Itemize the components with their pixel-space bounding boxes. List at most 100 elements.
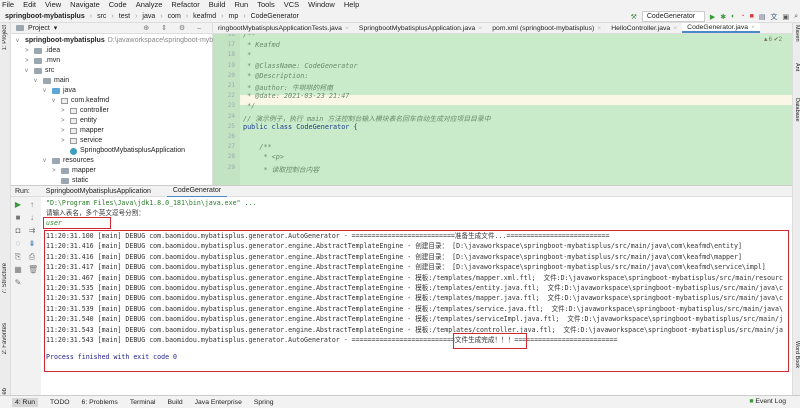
run-icon[interactable]: ▶ <box>710 13 715 21</box>
tree-item[interactable]: > controller <box>11 106 212 116</box>
menu-edit[interactable]: Edit <box>23 0 36 10</box>
tree-item[interactable]: > entity <box>11 116 212 126</box>
expand-arrow-icon[interactable]: v <box>43 86 49 96</box>
editor-tab[interactable]: pom.xml (springboot-mybatisplus) × <box>487 23 606 33</box>
expand-arrow-icon[interactable]: > <box>61 106 67 116</box>
stop-icon[interactable]: ■ <box>750 13 754 20</box>
code-editor[interactable]: ▲6 ✔2 16 /** 17 * Keafmd 18 * 19 * @ClassNam… <box>213 34 792 185</box>
print-icon[interactable]: ⎙ <box>28 253 36 261</box>
coverage-icon[interactable]: ◐ <box>731 13 735 20</box>
menu-code[interactable]: Code <box>109 0 127 10</box>
bottom-tab[interactable]: Build <box>168 399 183 406</box>
expand-arrow-icon[interactable]: v <box>25 66 31 76</box>
up-icon[interactable]: ↑ <box>28 201 36 209</box>
breadcrumb-item[interactable]: keafmd <box>193 10 216 22</box>
stop-icon[interactable]: ■ <box>14 214 22 222</box>
menu-analyze[interactable]: Analyze <box>136 0 163 10</box>
editor-tab[interactable]: CodeGenerator.java × <box>682 23 760 33</box>
project-panel-actions[interactable]: ⊕ ⇕ ⚙ – <box>143 24 206 32</box>
tree-item[interactable]: > service <box>11 136 212 146</box>
project-view-select[interactable]: Project <box>28 25 50 32</box>
breadcrumb-item[interactable]: com <box>168 10 181 22</box>
menu-file[interactable]: File <box>2 0 14 10</box>
left-stripe-1[interactable]: 7: Structure <box>2 263 8 294</box>
tree-item[interactable]: v com.keafmd <box>11 96 212 106</box>
expand-arrow-icon[interactable]: v <box>43 156 49 166</box>
tree-root[interactable]: v springboot-mybatisplus D:\javaworkspac… <box>11 36 217 46</box>
down-icon[interactable]: ↓ <box>28 214 36 222</box>
breadcrumb-item[interactable]: test <box>119 10 130 22</box>
tree-item[interactable]: > .idea <box>11 46 212 56</box>
tree-item[interactable]: > mapper <box>11 166 212 176</box>
bottom-tab[interactable]: Java Enterprise <box>195 399 242 406</box>
tree-item[interactable]: v main <box>11 76 212 86</box>
run-tab[interactable]: CodeGenerator <box>166 185 228 198</box>
scroll-end-icon[interactable]: ⇟ <box>28 240 36 248</box>
right-stripe-1[interactable]: Ant <box>794 63 800 71</box>
tree-item[interactable]: v src <box>11 66 212 76</box>
close-icon[interactable]: × <box>597 23 601 33</box>
close-icon[interactable]: × <box>345 23 349 33</box>
breadcrumb-item[interactable]: java <box>142 10 155 22</box>
breadcrumb-item[interactable]: springboot-mybatisplus <box>5 10 85 22</box>
close-icon[interactable]: × <box>673 23 677 33</box>
trash-icon[interactable]: 🗑 <box>28 266 38 274</box>
close-icon[interactable]: × <box>751 23 755 33</box>
tree-item[interactable]: > mapper <box>11 126 212 136</box>
run-tab[interactable]: SpringbootMybatisplusApplication <box>40 186 157 197</box>
bottom-tab[interactable]: 4: Run <box>12 397 39 407</box>
menu-navigate[interactable]: Navigate <box>70 0 100 10</box>
tree-item[interactable]: SpringbootMybatisplusApplication <box>11 146 212 156</box>
expand-arrow-icon[interactable]: > <box>61 116 67 126</box>
expand-arrow-icon[interactable]: > <box>25 46 31 56</box>
menu-build[interactable]: Build <box>209 0 226 10</box>
expand-arrow-icon[interactable]: > <box>25 56 31 66</box>
left-stripe-2[interactable]: 2: Favorites <box>2 323 8 354</box>
layout-icon[interactable]: ▦ <box>14 266 22 274</box>
expand-arrow-icon[interactable]: v <box>52 96 58 106</box>
breadcrumb-item[interactable]: mp <box>228 10 238 22</box>
pin-icon[interactable]: ✎ <box>14 279 22 287</box>
right-stripe-0[interactable]: Maven <box>794 25 800 42</box>
run-config-select[interactable]: CodeGenerator ▾ <box>641 11 705 30</box>
expand-arrow-icon[interactable]: v <box>34 76 40 86</box>
inspection-widget[interactable]: ▲6 ✔2 <box>763 36 782 43</box>
profile-icon[interactable]: ◔ <box>740 13 744 20</box>
rerun-icon[interactable]: ▶ <box>14 201 22 209</box>
close-icon[interactable]: × <box>478 23 482 33</box>
layout-icon[interactable]: ▣ <box>782 13 789 21</box>
left-stripe-0[interactable]: 1: Project <box>2 25 8 50</box>
editor-tab[interactable]: HelloController.java × <box>606 23 682 33</box>
breadcrumb-item[interactable]: src <box>97 10 106 22</box>
menu-view[interactable]: View <box>45 0 61 10</box>
soft-wrap-icon[interactable]: ⇉ <box>28 227 36 235</box>
editor-tab[interactable]: SpringbootMybatisplusApplication.java × <box>354 23 487 33</box>
build-icon[interactable]: ⚒ <box>631 13 637 21</box>
bottom-tab[interactable]: Terminal <box>130 399 156 406</box>
camera-icon[interactable]: ◘ <box>14 227 22 235</box>
expand-arrow-icon[interactable]: > <box>52 166 58 176</box>
menu-run[interactable]: Run <box>234 0 248 10</box>
bottom-tab[interactable]: 6: Problems <box>82 399 118 406</box>
menu-vcs[interactable]: VCS <box>284 0 299 10</box>
event-log-button[interactable]: ■ Event Log <box>749 398 786 405</box>
menu-help[interactable]: Help <box>344 0 359 10</box>
debug-icon[interactable]: ✱ <box>720 13 726 21</box>
menu-refactor[interactable]: Refactor <box>171 0 199 10</box>
console-output[interactable]: "D:\Program Files\Java\jdk1.8.0_181\bin\… <box>41 197 792 395</box>
translate-icon[interactable]: 文 <box>770 12 777 22</box>
tree-item[interactable]: v resources <box>11 156 212 166</box>
bottom-tab[interactable]: TODO <box>50 399 70 406</box>
bottom-tab[interactable]: Spring <box>254 399 274 406</box>
restore-icon[interactable]: ◌ <box>14 240 22 248</box>
structure-icon[interactable]: ▤ <box>759 13 766 21</box>
search-icon[interactable]: ⌕ <box>794 13 798 21</box>
menu-tools[interactable]: Tools <box>257 0 275 10</box>
tree-item[interactable]: > .mvn <box>11 56 212 66</box>
editor-tab[interactable]: ringbootMybatisplusApplicationTests.java… <box>213 23 354 33</box>
expand-arrow-icon[interactable]: > <box>61 136 67 146</box>
right-stripe-2[interactable]: Database <box>794 98 800 122</box>
right-stripe-3[interactable]: Word Book <box>794 341 800 368</box>
breadcrumb-item[interactable]: CodeGenerator <box>251 10 299 22</box>
menu-window[interactable]: Window <box>308 0 335 10</box>
